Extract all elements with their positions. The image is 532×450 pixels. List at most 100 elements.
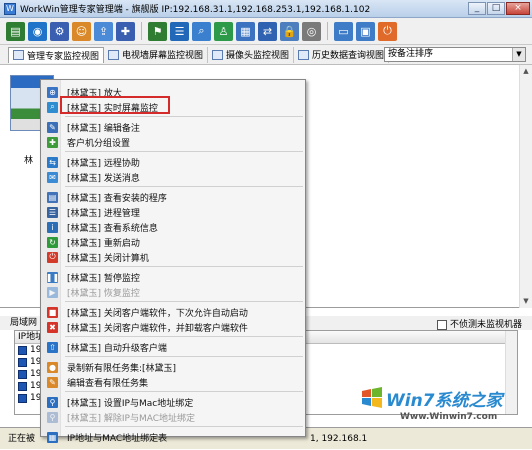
menu-separator [65,186,303,187]
zoom-icon: ⊕ [47,86,58,98]
globe-icon[interactable]: ◉ [28,21,47,41]
message-icon: ✉ [47,171,58,183]
sort-select[interactable]: 按备注排序 ▼ [384,47,526,62]
toolbar-separator [327,22,328,40]
menu-separator [65,301,303,302]
process-icon: ☰ [47,206,58,218]
menu-item-label: 客户机分组设置 [67,138,131,149]
menu-item-power[interactable]: ⏻ [林黛玉] 关闭计算机 [43,250,303,264]
client-name-label: 林 [24,156,34,166]
menu-item-process[interactable]: ☰ [林黛玉] 进程管理 [43,205,303,219]
windows-logo-icon [362,387,382,408]
menu-item-pause[interactable]: ❚❚ [林黛玉] 暂停监控 [43,270,303,284]
scroll-down-icon[interactable]: ▼ [520,295,532,308]
menu-item-unbind: ⚲ [林黛玉] 解除IP与MAC地址绑定 [43,410,303,424]
monitor-view-icon [13,50,24,60]
menu-item-group[interactable]: ✚ 客户机分组设置 [43,135,303,149]
status-text: 正在被 [8,434,36,444]
sysinfo-icon: i [47,221,58,233]
status-ip-text: 1, 192.168.1 [310,434,368,444]
sort-value: 按备注排序 [388,49,434,59]
tab-history-view[interactable]: 历史数据查询视图 [294,46,390,63]
menu-item-sysinfo[interactable]: i [林黛玉] 查看系统信息 [43,220,303,234]
highlight-annotation [60,96,170,114]
vertical-scrollbar[interactable]: ▲ ▼ [519,65,532,308]
user-icon[interactable]: ♙ [214,21,233,41]
pause-icon: ❚❚ [45,271,60,283]
play-icon: ▶ [47,286,58,298]
group-icon: ✚ [47,136,58,148]
tools-icon[interactable]: ✚ [116,21,135,41]
restore-button[interactable]: □ [487,2,505,15]
menu-item-label: [林黛玉] 暂停监控 [67,273,140,284]
exit-icon[interactable]: ⏻ [378,21,397,41]
chevron-down-icon[interactable]: ▼ [512,48,525,61]
menu-item-label: IP地址与MAC地址绑定表 [67,433,168,444]
view-tabs: 管理专家监控视图 电视墙屏幕监控视图 摄像头监控视图 历史数据查询视图 按备注排… [0,45,532,65]
computer-icon [18,369,27,379]
gear-icon[interactable]: ⚙ [50,21,69,41]
menu-item-stop[interactable]: ■ [林黛玉] 关闭客户端软件，下次允许自动启动 [43,305,303,319]
minimize-button[interactable]: _ [468,2,486,15]
lan-panel-title: 局域网 [10,318,38,328]
menu-item-label: [林黛玉] 设置IP与Mac地址绑定 [67,398,194,409]
menu-item-bind[interactable]: ⚲ [林黛玉] 设置IP与Mac地址绑定 [43,395,303,409]
menu-separator [65,391,303,392]
lock-icon[interactable]: 🔒 [280,21,299,41]
tab-camera-view[interactable]: 摄像头监控视图 [208,46,295,63]
menu-separator [65,336,303,337]
folder-icon[interactable]: ▤ [6,21,25,41]
unbind-icon: ⚲ [47,411,58,423]
menu-item-pencil[interactable]: ✎ [林黛玉] 编辑备注 [43,120,303,134]
menu-item-label: [林黛玉] 自动升级客户端 [67,343,167,354]
tab-label: 电视墙屏幕监控视图 [122,51,204,61]
checkbox-icon[interactable] [437,320,447,330]
menu-item-label: 编辑查看有限任务集 [67,378,149,389]
record-icon: ● [47,361,58,373]
flag-icon[interactable]: ⚑ [148,21,167,41]
window-title: WorkWin管理专家管理端 - 旗舰版 IP:192.168.31.1,192… [20,5,371,15]
screens-icon[interactable]: ▦ [236,21,255,41]
tab-monitor-view[interactable]: 管理专家监控视图 [8,46,105,63]
menu-item-label: [林黛玉] 查看系统信息 [67,223,158,234]
bind-icon: ⚲ [47,396,58,408]
rules-icon[interactable]: ☰ [170,21,189,41]
tv-wall-icon [108,49,120,60]
stop-icon: ■ [47,306,58,318]
upgrade-icon: ⇧ [47,341,58,353]
menu-separator [65,266,303,267]
menu-item-restart[interactable]: ↻ [林黛玉] 重新启动 [43,235,303,249]
group-icon[interactable]: ☺ [72,21,91,41]
uninstall-icon: ✖ [47,321,58,333]
menu-item-label: [林黛玉] 查看安装的程序 [67,193,167,204]
menu-item-label: [林黛玉] 重新启动 [67,238,140,249]
tab-tv-wall-view[interactable]: 电视墙屏幕监控视图 [104,46,209,63]
menu-item-label: [林黛玉] 编辑备注 [67,123,140,134]
menu-item-edit-tasks[interactable]: ✎ 编辑查看有限任务集 [43,375,303,389]
search-icon[interactable]: ⌕ [192,21,211,41]
computer-icon [18,393,27,403]
menu-item-label: [林黛玉] 关闭计算机 [67,253,149,264]
menu-item-record[interactable]: ● 录制新有限任务集:[林黛玉] [43,360,303,374]
menu-item-remote[interactable]: ⇆ [林黛玉] 远程协助 [43,155,303,169]
menu-separator [65,426,303,427]
power-icon: ⏻ [47,251,58,263]
menu-item-message[interactable]: ✉ [林黛玉] 发送消息 [43,170,303,184]
disc-icon[interactable]: ◎ [302,21,321,41]
monitor-icon[interactable]: ▣ [356,21,375,41]
menu-item-upgrade[interactable]: ⇧ [林黛玉] 自动升级客户端 [43,340,303,354]
toolbar-separator [141,22,142,40]
watermark: Win7系统之家 Www.Winwin7.com [356,382,532,428]
client-context-menu: ⊕ [林黛玉] 放大 ⌕ [林黛玉] 实时屏幕监控 ✎ [林黛玉] 编辑备注 ✚ 客户机分组设… [40,79,306,444]
menu-item-uninstall[interactable]: ✖ [林黛玉] 关闭客户端软件，并卸载客户端软件 [43,320,303,334]
scroll-up-icon[interactable]: ▲ [520,65,532,78]
pencil-icon: ✎ [47,121,58,133]
tab-label: 历史数据查询视图 [312,51,385,61]
menu-item-table[interactable]: ▦ IP地址与MAC地址绑定表 [43,430,303,444]
network-icon[interactable]: ⇄ [258,21,277,41]
export-icon[interactable]: ⇪ [94,21,113,41]
close-button[interactable]: × [506,2,530,15]
document-icon[interactable]: ▭ [334,21,353,41]
menu-item-programs[interactable]: ▤ [林黛玉] 查看安装的程序 [43,190,303,204]
menu-item-label: [林黛玉] 发送消息 [67,173,140,184]
